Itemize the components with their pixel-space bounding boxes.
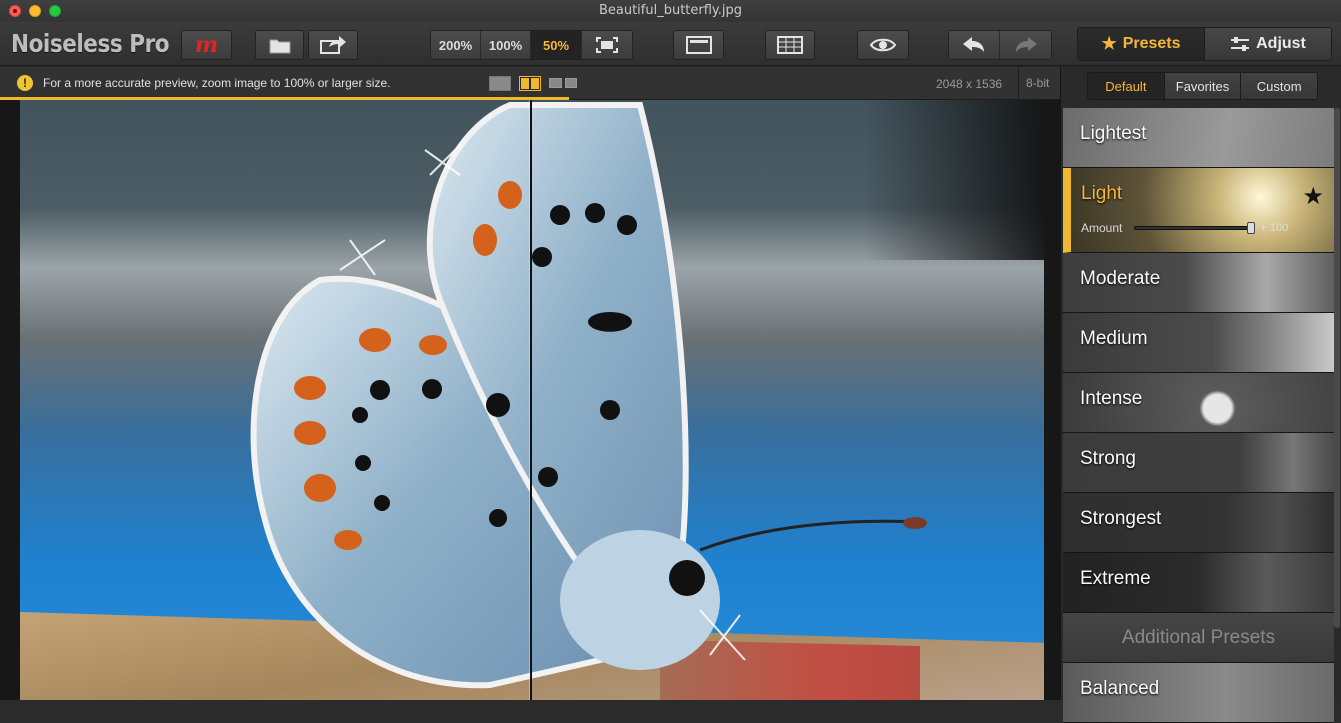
single-view-button[interactable] — [673, 30, 724, 60]
zoom-100-button[interactable]: 100% — [481, 31, 531, 59]
eye-icon — [870, 38, 896, 52]
tab-presets-label: Presets — [1122, 35, 1181, 52]
macphun-brand-button[interactable]: m — [181, 30, 232, 60]
undo-button[interactable] — [949, 31, 1000, 59]
favorite-star-icon[interactable]: ★ — [1302, 182, 1324, 211]
maximize-window-button[interactable] — [49, 5, 61, 17]
amount-slider-knob[interactable] — [1247, 222, 1256, 234]
butterfly-photo — [20, 100, 1044, 700]
preset-moderate[interactable]: Moderate — [1063, 253, 1334, 313]
preset-label: Lightest — [1080, 123, 1147, 144]
preset-label: Moderate — [1080, 268, 1161, 289]
panel-mode-tabs: ★ Presets Adjust — [1077, 27, 1332, 61]
grid-icon — [777, 36, 803, 54]
close-window-button[interactable] — [9, 5, 21, 17]
image-canvas[interactable] — [0, 100, 1060, 700]
zoom-200-button[interactable]: 200% — [431, 31, 481, 59]
title-bar: Beautiful_butterfly.jpg — [0, 0, 1341, 22]
preset-lightest[interactable]: Lightest — [1063, 108, 1334, 168]
preset-label: Medium — [1080, 328, 1148, 349]
view-mode-single-button[interactable] — [489, 76, 511, 91]
bit-depth: 8-bit — [1018, 67, 1049, 100]
preset-intense[interactable]: Intense — [1063, 373, 1334, 433]
additional-presets-header[interactable]: Additional Presets — [1063, 613, 1334, 663]
preset-label: Intense — [1080, 388, 1143, 409]
undo-icon — [963, 37, 984, 52]
brand-logo-icon: m — [194, 32, 219, 58]
tab-default[interactable]: Default — [1088, 73, 1165, 99]
history-control — [948, 30, 1052, 60]
view-mode-split-button[interactable] — [519, 76, 541, 91]
preset-label: Extreme — [1080, 568, 1151, 589]
single-view-icon — [685, 36, 712, 54]
amount-value: + 100 — [1260, 222, 1289, 234]
minimize-window-button[interactable] — [29, 5, 41, 17]
preset-medium[interactable]: Medium — [1063, 313, 1334, 373]
zoom-segmented-control: 200% 100% 50% — [430, 30, 633, 60]
amount-label: Amount — [1081, 221, 1123, 235]
before-after-split-handle[interactable] — [529, 100, 532, 700]
fit-to-screen-button[interactable] — [582, 31, 632, 59]
preview-original-button[interactable] — [857, 30, 909, 60]
tab-adjust-label: Adjust — [1256, 35, 1306, 52]
app-name: Noiseless Pro — [11, 29, 170, 58]
preset-list: Lightest Light ★ Amount + 100 Moderate M… — [1063, 108, 1334, 723]
view-mode-side-by-side-button[interactable] — [549, 76, 577, 91]
preset-extreme[interactable]: Extreme — [1063, 553, 1334, 613]
info-bar: ! For a more accurate preview, zoom imag… — [0, 67, 1060, 100]
tab-custom[interactable]: Custom — [1241, 73, 1317, 99]
preset-label: Light — [1081, 183, 1123, 204]
share-icon — [320, 36, 346, 54]
zoom-hint-message: For a more accurate preview, zoom image … — [43, 76, 391, 90]
amount-slider[interactable] — [1134, 222, 1256, 234]
fit-screen-icon — [596, 37, 618, 53]
grid-overlay-button[interactable] — [765, 30, 815, 60]
tab-adjust[interactable]: Adjust — [1205, 28, 1331, 60]
sliders-icon — [1231, 37, 1250, 51]
preset-strongest[interactable]: Strongest — [1063, 493, 1334, 553]
share-export-button[interactable] — [308, 30, 358, 60]
image-dimensions: 2048 x 1536 — [936, 77, 1003, 91]
preset-label: Strong — [1080, 448, 1136, 469]
toolbar: Noiseless Pro m 200% 100% 50% ★ Presets … — [0, 22, 1341, 66]
zoom-50-button[interactable]: 50% — [531, 31, 582, 59]
preset-light[interactable]: Light ★ Amount + 100 — [1063, 168, 1334, 253]
star-icon: ★ — [1101, 34, 1117, 53]
redo-icon — [1015, 37, 1037, 52]
window-title: Beautiful_butterfly.jpg — [598, 3, 743, 18]
redo-button[interactable] — [1000, 31, 1051, 59]
tab-favorites[interactable]: Favorites — [1164, 73, 1242, 99]
preset-label: Strongest — [1080, 508, 1162, 529]
open-file-icon — [269, 39, 290, 54]
view-mode-selector — [489, 76, 577, 91]
preset-strong[interactable]: Strong — [1063, 433, 1334, 493]
presets-scrollbar[interactable] — [1334, 108, 1340, 628]
preset-label: Balanced — [1080, 678, 1160, 699]
warning-icon: ! — [17, 75, 33, 91]
preset-category-tabs: Default Favorites Custom — [1087, 72, 1318, 100]
preset-balanced[interactable]: Balanced — [1063, 663, 1334, 723]
butterfly-illustration — [250, 102, 927, 689]
presets-panel: Default Favorites Custom Lightest Light … — [1060, 67, 1341, 723]
tab-presets[interactable]: ★ Presets — [1078, 28, 1205, 60]
open-file-button[interactable] — [255, 30, 304, 60]
app-window: Beautiful_butterfly.jpg Noiseless Pro m … — [0, 0, 1341, 723]
amount-control: Amount + 100 — [1081, 221, 1288, 235]
